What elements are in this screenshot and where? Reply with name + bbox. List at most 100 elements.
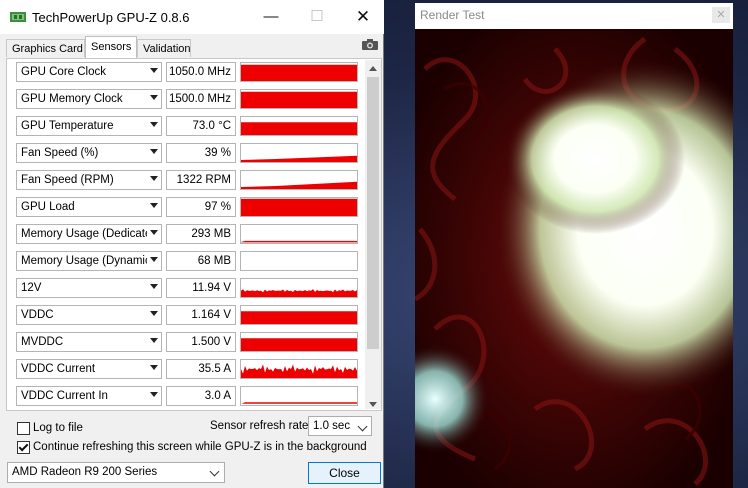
sensor-value: 73.0 °C bbox=[166, 116, 236, 136]
sensor-name-dropdown[interactable]: Fan Speed (RPM) bbox=[16, 170, 162, 190]
sensor-row: Memory Usage (Dedicated) 293 MB bbox=[16, 224, 366, 246]
sensor-scrollbar[interactable] bbox=[365, 60, 381, 409]
sensor-graph bbox=[240, 305, 358, 325]
refresh-rate-dropdown[interactable]: 1.0 sec bbox=[308, 416, 372, 436]
chevron-down-icon bbox=[209, 466, 220, 477]
sensor-graph-plot bbox=[241, 198, 357, 216]
render-test-titlebar[interactable]: Render Test ✕ bbox=[415, 3, 733, 29]
minimize-button[interactable]: — bbox=[256, 6, 286, 28]
sensor-graph bbox=[240, 197, 358, 217]
close-button[interactable]: Close bbox=[308, 462, 381, 484]
sensor-name-dropdown[interactable]: GPU Memory Clock bbox=[16, 89, 162, 109]
render-test-close-button[interactable]: ✕ bbox=[712, 7, 730, 23]
sensor-graph-area bbox=[241, 64, 357, 81]
chevron-down-icon bbox=[150, 176, 158, 181]
refresh-rate-value: 1.0 sec bbox=[313, 420, 351, 432]
sensor-graph-plot bbox=[241, 364, 357, 378]
sensor-value: 1322 RPM bbox=[166, 170, 236, 190]
chevron-down-icon bbox=[150, 338, 158, 343]
sensor-name-label: GPU Temperature bbox=[21, 120, 114, 132]
scroll-up-arrow[interactable] bbox=[369, 66, 377, 71]
sensor-graph bbox=[240, 386, 358, 406]
sensor-value: 1.164 V bbox=[166, 305, 236, 325]
sensor-name-label: MVDDC bbox=[21, 336, 64, 348]
sensor-graph-area bbox=[241, 91, 357, 108]
gpuz-app-icon bbox=[10, 12, 26, 22]
chevron-down-icon bbox=[150, 392, 158, 397]
continue-refreshing-checkbox[interactable] bbox=[17, 441, 30, 454]
sensor-name-label: GPU Load bbox=[21, 201, 75, 213]
sensor-graph-area bbox=[241, 364, 357, 378]
chevron-down-icon bbox=[150, 203, 158, 208]
sensor-graph-plot bbox=[241, 252, 357, 270]
tab-validation[interactable]: Validation bbox=[137, 39, 191, 57]
sensor-value: 1.500 V bbox=[166, 332, 236, 352]
sensor-graph-area bbox=[241, 122, 357, 135]
sensor-name-dropdown[interactable]: VDDC Current In bbox=[16, 386, 162, 406]
gpu-selector-dropdown[interactable]: AMD Radeon R9 200 Series bbox=[7, 462, 225, 483]
sensor-name-label: VDDC bbox=[21, 309, 54, 321]
sensor-name-dropdown[interactable]: 12V bbox=[16, 278, 162, 298]
tab-sensors[interactable]: Sensors bbox=[85, 36, 137, 58]
sensor-name-label: Fan Speed (%) bbox=[21, 147, 99, 159]
sensor-graph bbox=[240, 224, 358, 244]
sensor-value: 97 % bbox=[166, 197, 236, 217]
sensor-name-dropdown[interactable]: GPU Temperature bbox=[16, 116, 162, 136]
sensor-name-label: Fan Speed (RPM) bbox=[21, 174, 114, 186]
sensor-row: Fan Speed (%) 39 % bbox=[16, 143, 366, 165]
chevron-down-icon bbox=[150, 257, 158, 262]
maximize-button[interactable]: ☐ bbox=[302, 6, 332, 28]
sensor-value: 293 MB bbox=[166, 224, 236, 244]
sensors-panel: GPU Core Clock 1050.0 MHz GPU Memory Clock… bbox=[6, 58, 382, 411]
camera-icon[interactable] bbox=[362, 39, 378, 50]
sensor-graph-area bbox=[241, 338, 357, 351]
gpuz-window: TechPowerUp GPU-Z 0.8.6 — ☐ ✕ Graphics C… bbox=[0, 0, 384, 488]
sensor-name-dropdown[interactable]: Memory Usage (Dedicated) bbox=[16, 224, 162, 244]
close-window-button[interactable]: ✕ bbox=[348, 6, 378, 28]
sensor-graph bbox=[240, 116, 358, 136]
sensor-name-dropdown[interactable]: VDDC bbox=[16, 305, 162, 325]
sensor-graph-plot bbox=[241, 338, 357, 351]
sensor-graph-plot bbox=[241, 289, 357, 297]
sensor-graph-area bbox=[241, 311, 357, 324]
sensor-name-dropdown[interactable]: VDDC Current bbox=[16, 359, 162, 379]
sensor-value: 68 MB bbox=[166, 251, 236, 271]
sensor-name-label: VDDC Current bbox=[21, 363, 96, 375]
sensor-name-dropdown[interactable]: GPU Core Clock bbox=[16, 62, 162, 82]
scroll-down-arrow[interactable] bbox=[369, 402, 377, 407]
sensor-graph bbox=[240, 278, 358, 298]
sensor-row: GPU Temperature 73.0 °C bbox=[16, 116, 366, 138]
gpuz-titlebar[interactable]: TechPowerUp GPU-Z 0.8.6 — ☐ ✕ bbox=[0, 0, 384, 34]
sensor-name-label: 12V bbox=[21, 282, 42, 294]
sensor-row: GPU Core Clock 1050.0 MHz bbox=[16, 62, 366, 84]
sensor-name-dropdown[interactable]: Memory Usage (Dynamic) bbox=[16, 251, 162, 271]
scroll-thumb[interactable] bbox=[367, 77, 379, 349]
sensor-row: 12V 11.94 V bbox=[16, 278, 366, 300]
sensor-name-dropdown[interactable]: Fan Speed (%) bbox=[16, 143, 162, 163]
sensor-graph-plot bbox=[241, 402, 357, 404]
sensor-row: MVDDC 1.500 V bbox=[16, 332, 366, 354]
chevron-down-icon bbox=[150, 122, 158, 127]
sensor-name-label: VDDC Current In bbox=[21, 390, 108, 402]
sensor-value: 1500.0 MHz bbox=[166, 89, 236, 109]
sensor-name-dropdown[interactable]: GPU Load bbox=[16, 197, 162, 217]
sensor-name-dropdown[interactable]: MVDDC bbox=[16, 332, 162, 352]
chevron-down-icon bbox=[150, 284, 158, 289]
sensor-graph-plot bbox=[241, 240, 357, 243]
sensor-graph-plot bbox=[241, 91, 357, 108]
sensor-graph bbox=[240, 89, 358, 109]
sensor-row: Memory Usage (Dynamic) 68 MB bbox=[16, 251, 366, 273]
sensor-graph bbox=[240, 332, 358, 352]
sensor-name-label: GPU Core Clock bbox=[21, 66, 106, 78]
sensor-row: VDDC 1.164 V bbox=[16, 305, 366, 327]
render-canvas bbox=[415, 29, 733, 488]
sensor-value: 1050.0 MHz bbox=[166, 62, 236, 82]
sensor-graph-plot bbox=[241, 311, 357, 324]
log-to-file-label: Log to file bbox=[33, 422, 83, 434]
sensor-row: GPU Load 97 % bbox=[16, 197, 366, 219]
sensor-graph-area bbox=[241, 240, 357, 243]
sensor-graph bbox=[240, 251, 358, 271]
tab-graphics-card[interactable]: Graphics Card bbox=[6, 39, 85, 57]
log-to-file-checkbox[interactable] bbox=[17, 422, 30, 435]
sensor-graph-area bbox=[241, 181, 357, 189]
